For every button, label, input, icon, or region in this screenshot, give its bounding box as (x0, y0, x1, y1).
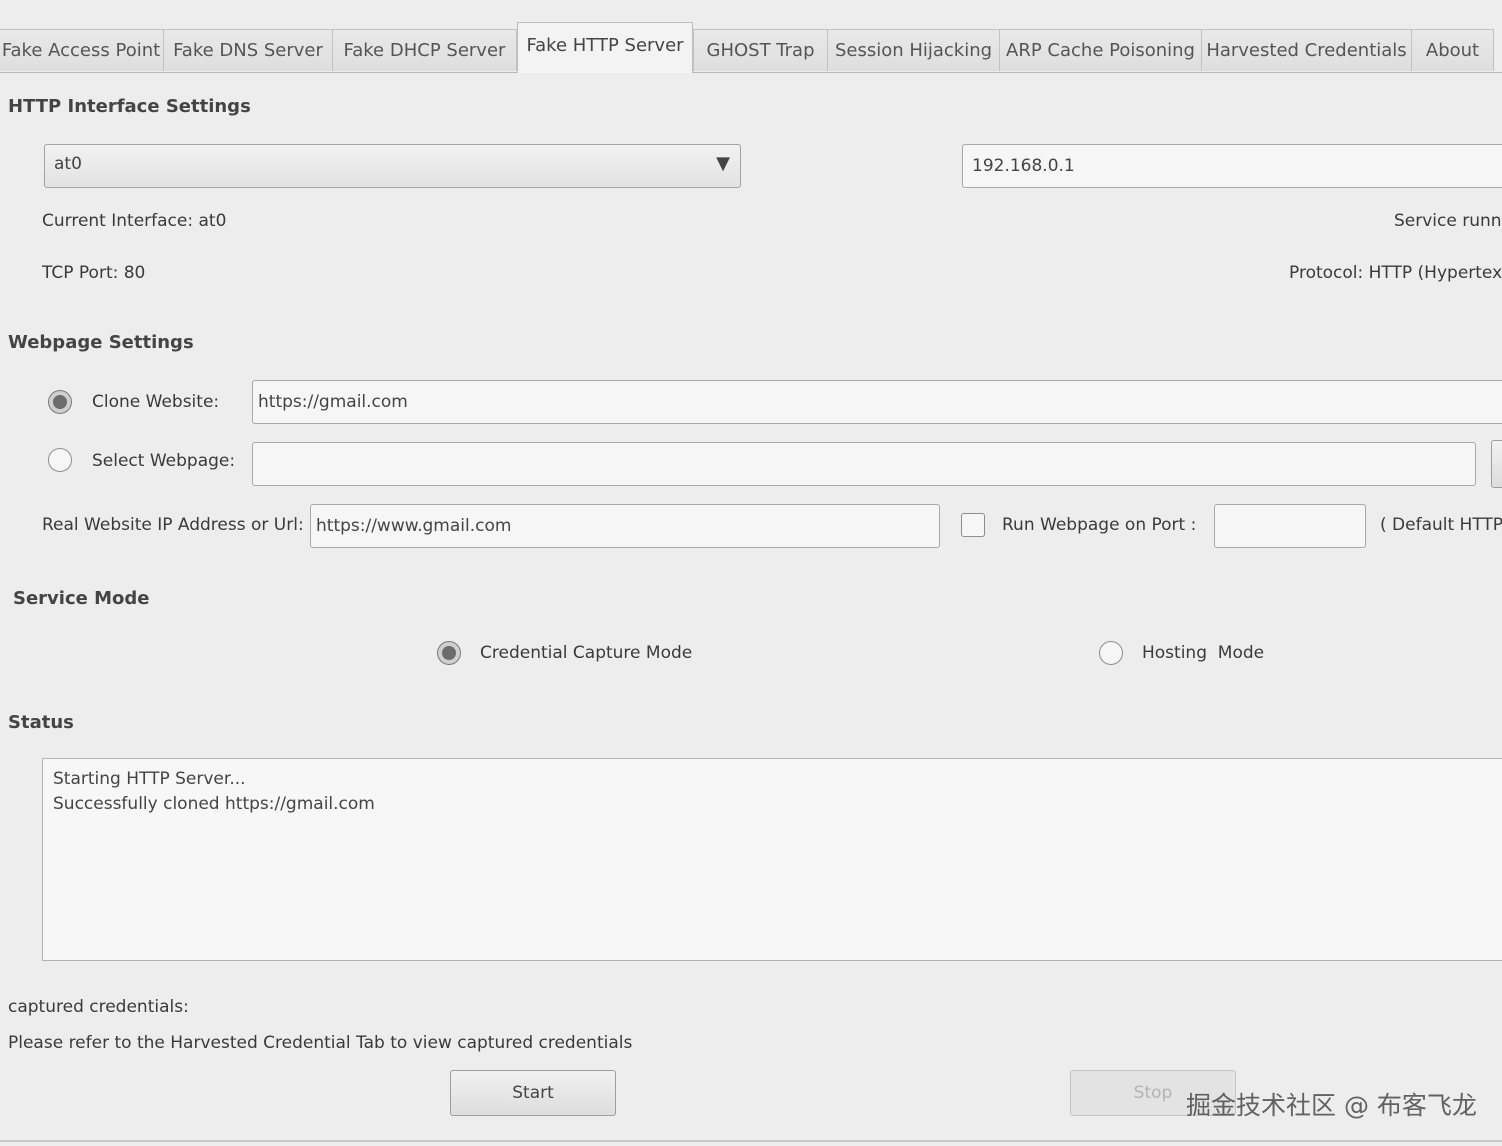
default-http-note: ( Default HTTP (1380, 515, 1502, 535)
interface-dropdown[interactable]: at0 ▼ (44, 144, 741, 188)
protocol-text: Protocol: HTTP (Hypertext (1289, 263, 1502, 283)
tab-fake-http-server[interactable]: Fake HTTP Server (517, 22, 693, 73)
clone-website-label: Clone Website: (92, 392, 220, 412)
real-ip-input[interactable] (310, 504, 940, 548)
tab-fake-access-point[interactable]: Fake Access Point (0, 29, 164, 71)
status-log[interactable]: Starting HTTP Server... Successfully clo… (42, 758, 1502, 961)
real-ip-label: Real Website IP Address or Url: (42, 515, 304, 535)
clone-website-radio[interactable] (48, 390, 72, 414)
select-webpage-label: Select Webpage: (92, 451, 236, 471)
status-heading: Status (8, 712, 74, 733)
tab-fake-dhcp-server[interactable]: Fake DHCP Server (332, 29, 517, 71)
service-status-text: Service runnir (1394, 211, 1502, 231)
webpage-settings-heading: Webpage Settings (8, 332, 194, 353)
tab-session-hijacking[interactable]: Session Hijacking (827, 29, 1000, 71)
hosting-mode-radio[interactable] (1099, 641, 1123, 665)
run-port-input[interactable] (1214, 504, 1366, 548)
select-webpage-input[interactable] (252, 442, 1476, 486)
watermark: 掘金技术社区 @ 布客飞龙 (1186, 1091, 1477, 1120)
http-interface-heading: HTTP Interface Settings (8, 96, 251, 117)
run-port-label: Run Webpage on Port : (1002, 515, 1197, 535)
tab-bar: Fake Access Point Fake DNS Server Fake D… (0, 0, 1502, 73)
status-line: Successfully cloned https://gmail.com (53, 794, 375, 814)
clone-website-input[interactable] (252, 380, 1502, 424)
tab-ghost-trap[interactable]: GHOST Trap (693, 29, 828, 71)
run-port-checkbox[interactable] (961, 513, 985, 537)
service-mode-heading: Service Mode (13, 588, 150, 609)
status-line: Starting HTTP Server... (53, 769, 246, 789)
hosting-mode-label: Hosting Mode (1142, 643, 1265, 663)
bottom-divider (0, 1140, 1502, 1142)
captured-credentials-label: captured credentials: (8, 997, 189, 1017)
credential-capture-radio[interactable] (437, 641, 461, 665)
start-button[interactable]: Start (450, 1070, 616, 1116)
interface-dropdown-value: at0 (54, 154, 82, 174)
credential-capture-label: Credential Capture Mode (480, 643, 693, 663)
tab-fake-dns-server[interactable]: Fake DNS Server (163, 29, 333, 71)
tab-arp-cache-poisoning[interactable]: ARP Cache Poisoning (999, 29, 1202, 71)
tab-about[interactable]: About (1411, 29, 1494, 71)
credentials-note: Please refer to the Harvested Credential… (8, 1033, 633, 1053)
current-interface-text: Current Interface: at0 (42, 211, 227, 231)
tab-harvested-credentials[interactable]: Harvested Credentials (1201, 29, 1412, 71)
ip-address-field[interactable] (962, 144, 1502, 188)
browse-button[interactable] (1491, 440, 1502, 488)
chevron-down-icon: ▼ (716, 153, 730, 174)
tcp-port-text: TCP Port: 80 (42, 263, 146, 283)
select-webpage-radio[interactable] (48, 448, 72, 472)
